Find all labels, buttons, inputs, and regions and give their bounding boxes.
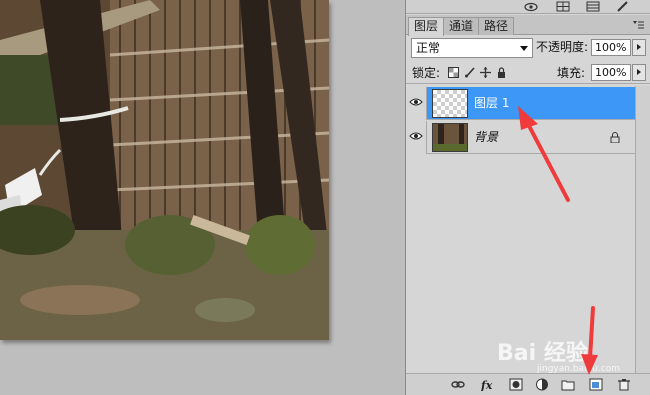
fill-slider-button[interactable] [632,64,646,81]
svg-text:fx: fx [481,379,493,391]
opacity-slider-button[interactable] [632,39,646,56]
panel-menu-icon[interactable] [631,19,645,31]
lock-position-move-icon[interactable] [480,67,491,78]
layers-bottom-toolbar: fx [406,373,650,395]
layers-list: 图层 1 背景 [406,86,635,373]
eye-icon [409,98,423,106]
eye-icon [409,132,423,140]
canvas-area[interactable] [0,0,405,395]
adjustment-icon[interactable] [535,378,549,391]
grid-icon[interactable] [556,1,570,12]
lock-pixels-brush-icon[interactable] [464,67,475,78]
chevron-down-icon [520,46,528,51]
panel-tabs: 图层 通道 路径 [406,15,650,36]
lock-fill-row: 锁定: 填充: 100% [406,62,650,84]
pen-icon[interactable] [616,1,630,12]
layers-scrollbar[interactable] [635,86,650,373]
layer-row-layer-1[interactable]: 图层 1 [406,87,635,120]
opacity-label: 不透明度: [536,40,589,54]
new-layer-icon[interactable] [589,378,603,391]
tab-paths[interactable]: 路径 [478,17,515,35]
mask-icon[interactable] [509,378,523,391]
blend-opacity-row: 正常 不透明度: 100% [406,36,650,60]
tab-layers[interactable]: 图层 [408,17,445,36]
blend-mode-select[interactable]: 正常 [411,38,533,58]
baidu-watermark-url: jingyan.baidu.com [537,364,621,374]
fill-input[interactable]: 100% [591,64,631,81]
lock-icon [610,132,620,143]
trash-icon[interactable] [617,378,631,391]
baidu-watermark: Bai 经验 [497,341,588,366]
panel-dock-bar [406,0,650,14]
background-thumbnail-image [433,124,467,151]
visibility-toggle[interactable] [406,121,427,154]
adjust-eye-icon[interactable] [524,1,538,12]
layer-thumbnail [432,89,468,118]
fill-label: 填充: [557,66,586,80]
fx-icon[interactable]: fx [481,378,495,391]
blend-mode-value: 正常 [416,41,441,55]
opacity-input[interactable]: 100% [591,39,631,56]
folder-icon[interactable] [561,378,575,391]
lock-transparency-icon[interactable] [448,67,459,78]
layer-name[interactable]: 背景 [474,130,498,144]
lock-label: 锁定: [412,66,441,80]
tab-channels[interactable]: 通道 [443,17,480,35]
visibility-toggle[interactable] [406,87,427,120]
document-canvas[interactable] [0,0,329,340]
photo-image [0,0,329,340]
table-icon[interactable] [586,1,600,12]
layer-row-background[interactable]: 背景 [406,121,635,154]
photoshop-window: 图层 通道 路径 正常 不透明度: 100% 锁定: 填充: 100% 图层 1… [0,0,650,395]
lock-all-icon[interactable] [496,67,507,78]
layer-thumbnail [432,123,468,152]
link-icon[interactable] [451,378,465,391]
layer-name[interactable]: 图层 1 [474,96,509,110]
